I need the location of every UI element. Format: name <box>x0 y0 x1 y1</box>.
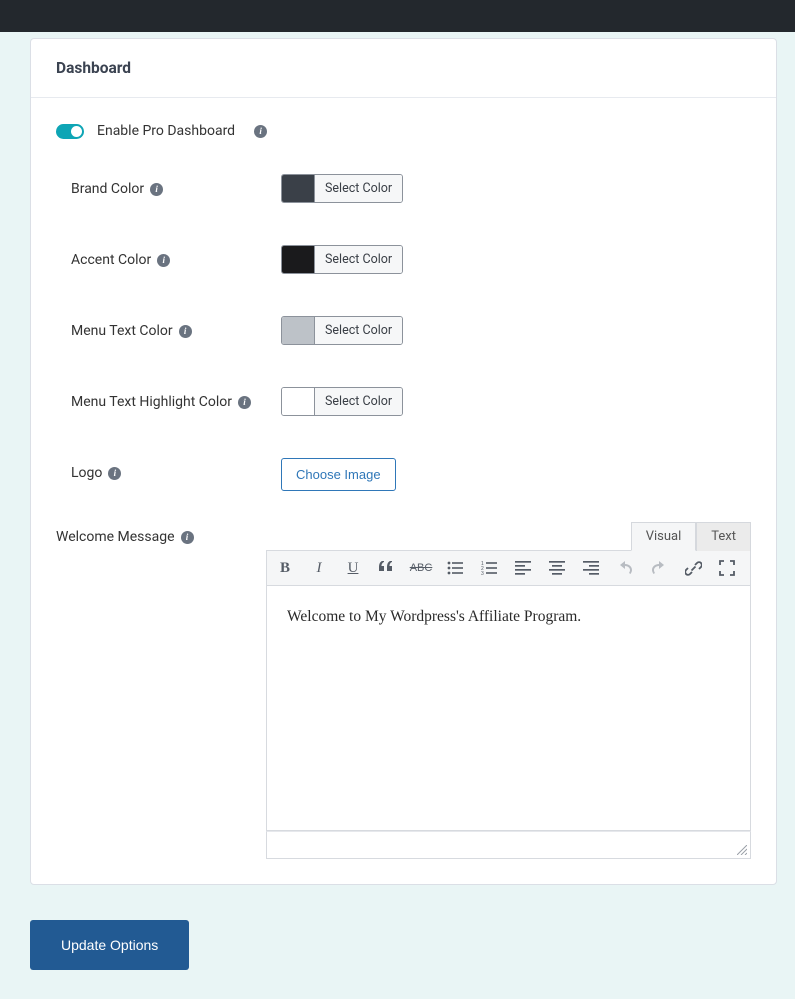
toggle-knob <box>71 126 82 137</box>
info-icon[interactable]: i <box>254 125 267 138</box>
logo-label: Logo <box>71 465 102 481</box>
align-right-icon[interactable] <box>581 558 601 578</box>
panel-title: Dashboard <box>56 59 751 77</box>
link-icon[interactable] <box>683 558 703 578</box>
editor-content[interactable]: Welcome to My Wordpress's Affiliate Prog… <box>266 586 751 831</box>
tab-text[interactable]: Text <box>696 522 751 551</box>
menu-highlight-color-label: Menu Text Highlight Color <box>71 394 232 410</box>
numbered-list-icon[interactable]: 123 <box>479 558 499 578</box>
accent-color-label: Accent Color <box>71 252 151 268</box>
accent-color-picker[interactable]: Select Color <box>281 245 403 274</box>
menu-text-color-picker[interactable]: Select Color <box>281 316 403 345</box>
info-icon[interactable]: i <box>179 325 192 338</box>
editor-footer <box>266 831 751 859</box>
info-icon[interactable]: i <box>238 396 251 409</box>
undo-icon[interactable] <box>615 558 635 578</box>
select-color-button: Select Color <box>315 388 402 415</box>
update-options-button[interactable]: Update Options <box>30 920 189 970</box>
fullscreen-icon[interactable] <box>717 558 737 578</box>
select-color-button: Select Color <box>315 246 402 273</box>
info-icon[interactable]: i <box>108 467 121 480</box>
welcome-message-editor: Visual Text B I U ABC <box>266 521 751 859</box>
info-icon[interactable]: i <box>181 531 194 544</box>
info-icon[interactable]: i <box>150 183 163 196</box>
enable-pro-toggle[interactable] <box>56 124 84 139</box>
tab-visual[interactable]: Visual <box>631 522 697 551</box>
svg-text:3: 3 <box>481 571 484 575</box>
menu-highlight-color-picker[interactable]: Select Color <box>281 387 403 416</box>
resize-handle-icon[interactable] <box>737 845 747 855</box>
panel-header: Dashboard <box>31 39 776 98</box>
brand-color-label: Brand Color <box>71 181 144 197</box>
menu-highlight-color-swatch <box>282 388 315 415</box>
accent-color-swatch <box>282 246 315 273</box>
blockquote-icon[interactable] <box>377 558 397 578</box>
admin-top-bar <box>0 0 795 32</box>
editor-toolbar: B I U ABC 123 <box>266 550 751 586</box>
align-center-icon[interactable] <box>547 558 567 578</box>
info-icon[interactable]: i <box>157 254 170 267</box>
menu-text-color-label: Menu Text Color <box>71 323 173 339</box>
select-color-button: Select Color <box>315 317 402 344</box>
brand-color-picker[interactable]: Select Color <box>281 174 403 203</box>
bullet-list-icon[interactable] <box>445 558 465 578</box>
bold-icon[interactable]: B <box>275 558 295 578</box>
brand-color-swatch <box>282 175 315 202</box>
align-left-icon[interactable] <box>513 558 533 578</box>
choose-image-button[interactable]: Choose Image <box>281 458 396 491</box>
italic-icon[interactable]: I <box>309 558 329 578</box>
dashboard-panel: Dashboard Enable Pro Dashboard i Brand C… <box>30 38 777 885</box>
menu-text-color-swatch <box>282 317 315 344</box>
enable-pro-label: Enable Pro Dashboard <box>97 123 235 139</box>
strikethrough-icon[interactable]: ABC <box>411 558 431 578</box>
select-color-button: Select Color <box>315 175 402 202</box>
underline-icon[interactable]: U <box>343 558 363 578</box>
redo-icon[interactable] <box>649 558 669 578</box>
welcome-message-label: Welcome Message <box>56 529 175 545</box>
